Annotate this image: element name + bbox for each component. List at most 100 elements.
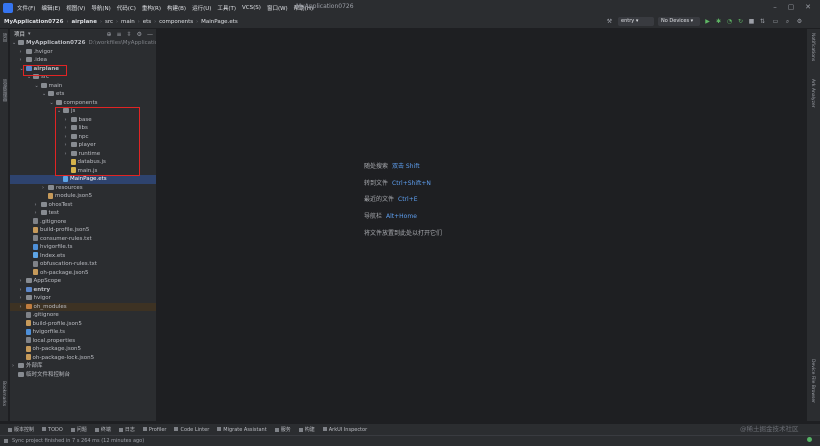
editor-area[interactable]: 随处搜索 双击 Shift 转到文件 Ctrl+Shift+N 最近的文件 Ctrl+… — [157, 29, 806, 421]
tree-row[interactable]: ⌄ airplane — [10, 65, 156, 74]
tree-row[interactable]: › .hvigor — [10, 48, 156, 57]
hammer-icon[interactable]: ⚒ — [606, 18, 613, 25]
tree-row[interactable]: MainPage.ets — [10, 175, 156, 184]
menu-build[interactable]: 构建(B) — [167, 4, 186, 12]
tree-row[interactable]: oh-package.json5 — [10, 269, 156, 278]
breadcrumb-src[interactable]: src — [105, 19, 113, 25]
tab-todo[interactable]: TODO — [42, 427, 63, 433]
chevron-down-icon[interactable]: ⌄ — [20, 65, 26, 74]
tree-row[interactable]: main.js — [10, 167, 156, 176]
device-dropdown[interactable]: No Devices ▾ — [658, 17, 700, 26]
chevron-down-icon[interactable]: ⌄ — [50, 99, 56, 108]
chevron-right-icon[interactable]: › — [65, 116, 71, 125]
tree-row[interactable]: › entry — [10, 286, 156, 295]
tree-row[interactable]: › .idea — [10, 56, 156, 65]
debug-icon[interactable]: ✱ — [715, 18, 722, 25]
tree-row[interactable]: › 外部库 — [10, 362, 156, 371]
tree-row[interactable]: › resources — [10, 184, 156, 193]
tree-row[interactable]: › libs — [10, 124, 156, 133]
tree-row[interactable]: local.properties — [10, 337, 156, 346]
ark-analyzer-tool-tab[interactable]: Ark Analyzer — [810, 79, 815, 108]
tree-row[interactable]: › oh_modules — [10, 302, 156, 312]
chevron-right-icon[interactable]: › — [65, 124, 71, 133]
tree-row[interactable]: build-profile.json5 — [10, 320, 156, 329]
tab-code-linter[interactable]: Code Linter — [174, 427, 209, 433]
breadcrumb-file[interactable]: MainPage.ets — [201, 19, 238, 25]
chevron-right-icon[interactable]: › — [65, 133, 71, 142]
menu-view[interactable]: 视图(V) — [66, 4, 85, 12]
tree-row[interactable]: databus.js — [10, 158, 156, 167]
tab-terminal[interactable]: 终端 — [94, 426, 111, 433]
tree-row[interactable]: ⌄ main — [10, 82, 156, 91]
tree-row[interactable]: › ohosTest — [10, 201, 156, 210]
project-panel-title[interactable]: 项目 — [14, 30, 25, 38]
stop-icon[interactable]: ■ — [748, 18, 755, 25]
resource-manager-tool-tab[interactable]: 资源管理器 — [1, 79, 7, 102]
tab-migrate-assistant[interactable]: Migrate Assistant — [217, 427, 267, 433]
tab-log[interactable]: 日志 — [118, 426, 135, 433]
profile-icon[interactable]: ◔ — [726, 18, 733, 25]
search-icon[interactable]: ⌕ — [784, 18, 791, 25]
chevron-down-icon[interactable]: ⌄ — [35, 82, 41, 91]
chevron-right-icon[interactable]: › — [35, 209, 41, 218]
breadcrumb-ets[interactable]: ets — [143, 19, 151, 25]
collapse-all-icon[interactable]: ≡ — [117, 31, 122, 38]
maximize-icon[interactable]: ▢ — [786, 3, 796, 11]
tab-services[interactable]: 服务 — [274, 426, 291, 433]
tree-row[interactable]: .gitignore — [10, 218, 156, 227]
device-file-browser-tool-tab[interactable]: Device File Browser — [810, 359, 815, 403]
chevron-right-icon[interactable]: › — [20, 48, 26, 57]
tree-row[interactable]: ⌄ MyApplication0726 D:\workfiles\MyApplica… — [10, 39, 156, 48]
chevron-right-icon[interactable]: › — [20, 303, 26, 312]
tree-row[interactable]: Index.ets — [10, 252, 156, 261]
menu-navigate[interactable]: 导航(N) — [91, 4, 110, 12]
chevron-right-icon[interactable]: › — [20, 277, 26, 286]
breadcrumb-components[interactable]: components — [159, 19, 193, 25]
gear-icon[interactable]: ⚙ — [796, 18, 803, 25]
chevron-right-icon[interactable]: › — [35, 201, 41, 210]
memory-indicator-icon[interactable] — [807, 437, 812, 442]
tree-row[interactable]: › runtime — [10, 150, 156, 159]
menu-tools[interactable]: 工具(T) — [217, 4, 236, 12]
tree-row[interactable]: module.json5 — [10, 192, 156, 201]
breadcrumb-main[interactable]: main — [121, 19, 135, 25]
tree-row[interactable]: hvigorfile.ts — [10, 328, 156, 337]
run-config-dropdown[interactable]: entry ▾ — [618, 17, 654, 26]
menu-window[interactable]: 窗口(W) — [267, 4, 288, 12]
tab-profiler[interactable]: Profiler — [142, 427, 166, 433]
tree-row[interactable]: › player — [10, 141, 156, 150]
tab-version-control[interactable]: 版本控制 — [8, 426, 34, 433]
menu-edit[interactable]: 编辑(E) — [41, 4, 60, 12]
tree-row[interactable]: .gitignore — [10, 311, 156, 320]
menu-file[interactable]: 文件(F) — [17, 4, 35, 12]
run-icon[interactable]: ▶ — [704, 18, 711, 25]
tab-problems[interactable]: 问题 — [70, 426, 87, 433]
bookmarks-tool-tab[interactable]: Bookmarks — [1, 381, 6, 406]
tree-row[interactable]: 临时文件和控制台 — [10, 371, 156, 380]
device-manager-icon[interactable]: ▭ — [772, 18, 779, 25]
close-icon[interactable]: ✕ — [803, 3, 813, 11]
tree-row[interactable]: obfuscation-rules.txt — [10, 260, 156, 269]
expand-all-icon[interactable]: ⇳ — [127, 31, 132, 38]
menu-refactor[interactable]: 重构(R) — [142, 4, 161, 12]
tree-row[interactable]: ⌄ js — [10, 107, 156, 116]
panel-settings-icon[interactable]: ⚙ — [137, 31, 142, 38]
chevron-right-icon[interactable]: › — [65, 141, 71, 150]
tree-row[interactable]: › AppScope — [10, 277, 156, 286]
minimize-icon[interactable]: – — [770, 3, 780, 11]
tab-build[interactable]: 构建 — [298, 426, 315, 433]
tree-row[interactable]: consumer-rules.txt — [10, 235, 156, 244]
tree-row[interactable]: › hvigor — [10, 294, 156, 303]
chevron-right-icon[interactable]: › — [20, 294, 26, 303]
reload-icon[interactable]: ↻ — [737, 18, 744, 25]
tree-row[interactable]: ⌄ components — [10, 99, 156, 108]
tree-row[interactable]: oh-package-lock.json5 — [10, 354, 156, 363]
menu-run[interactable]: 运行(U) — [192, 4, 211, 12]
tree-row[interactable]: oh-package.json5 — [10, 345, 156, 354]
tree-row[interactable]: › npc — [10, 133, 156, 142]
sync-icon[interactable]: ⇅ — [759, 18, 766, 25]
hide-panel-icon[interactable]: — — [147, 31, 153, 38]
tree-row[interactable]: ⌄ ets — [10, 90, 156, 99]
notifications-tool-tab[interactable]: Notifications — [810, 33, 815, 61]
menu-vcs[interactable]: VCS(S) — [242, 5, 261, 11]
